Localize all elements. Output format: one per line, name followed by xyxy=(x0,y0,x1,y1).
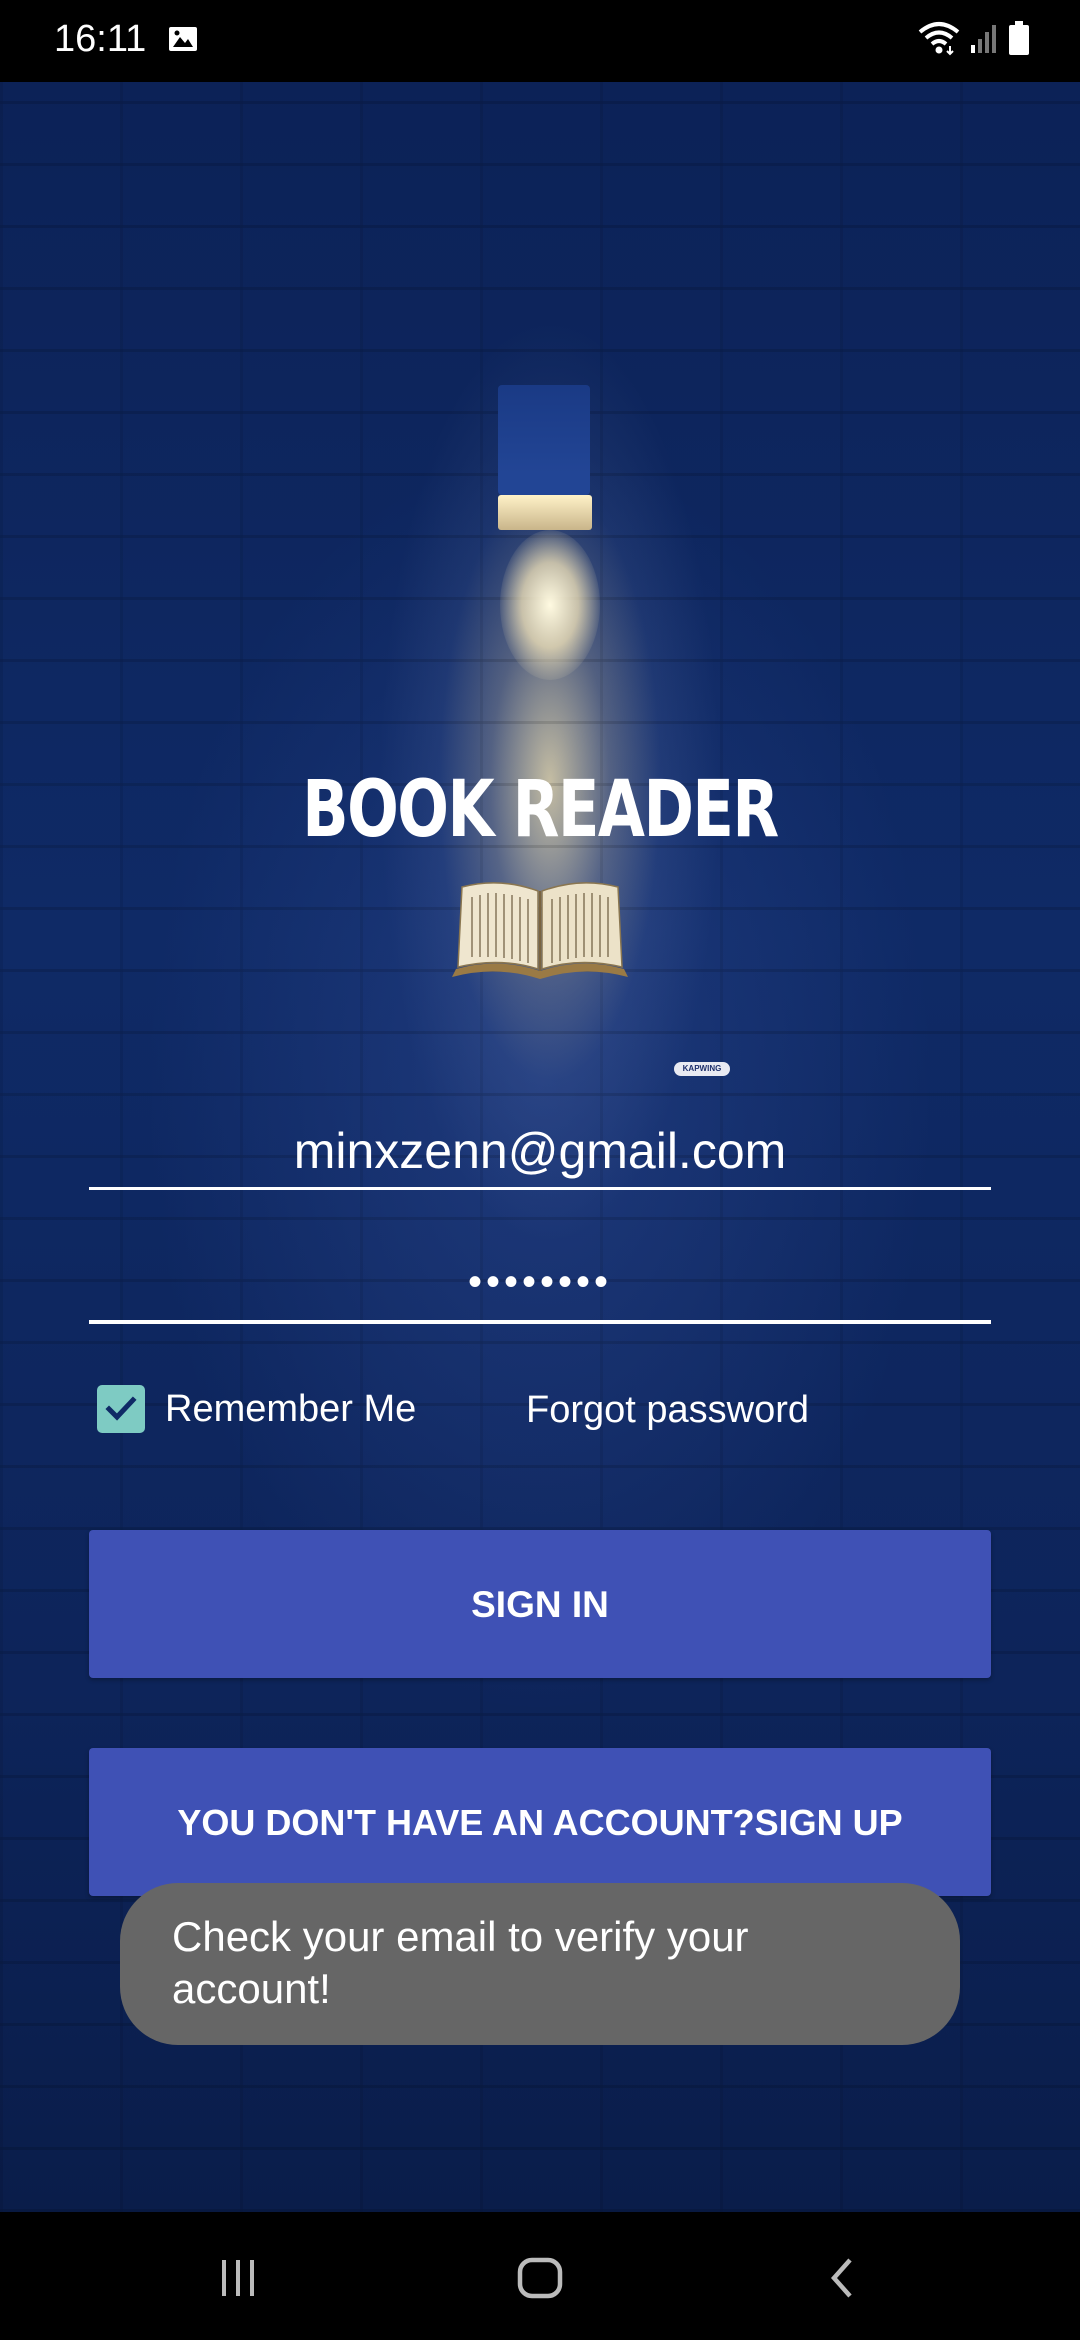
checkbox-checked-icon[interactable] xyxy=(97,1385,145,1433)
wall-lamp xyxy=(498,385,590,495)
status-icons xyxy=(918,20,1030,60)
home-icon[interactable] xyxy=(504,2242,576,2314)
watermark-badge: KAPWING xyxy=(674,1062,730,1076)
back-icon[interactable] xyxy=(806,2242,878,2314)
remember-me-label: Remember Me xyxy=(165,1387,417,1430)
lamp-light xyxy=(498,495,592,530)
app-title: BOOK READER xyxy=(302,765,779,855)
open-book-image xyxy=(448,873,632,983)
battery-icon xyxy=(1008,20,1030,60)
toast-message: Check your email to verify your account! xyxy=(120,1883,960,2045)
password-field[interactable] xyxy=(89,1245,991,1324)
sign-in-button[interactable]: SIGN IN xyxy=(89,1530,991,1678)
login-screen: 16:11 BOOK READER KAPWING minxzenn@gmail… xyxy=(0,0,1080,2340)
signal-icon xyxy=(970,23,998,58)
navigation-bar xyxy=(0,2212,1080,2340)
status-time: 16:11 xyxy=(54,18,147,60)
remember-me-checkbox[interactable]: Remember Me xyxy=(97,1385,416,1433)
image-icon xyxy=(168,24,198,54)
recent-apps-icon[interactable] xyxy=(202,2242,274,2314)
forgot-password-link[interactable]: Forgot password xyxy=(526,1389,809,1432)
status-bar: 16:11 xyxy=(0,0,1080,82)
email-field[interactable] xyxy=(89,1115,991,1190)
sign-up-button[interactable]: YOU DON'T HAVE AN ACCOUNT?SIGN UP xyxy=(89,1748,991,1896)
wifi-icon xyxy=(918,20,960,61)
lamp-glow xyxy=(500,530,600,680)
